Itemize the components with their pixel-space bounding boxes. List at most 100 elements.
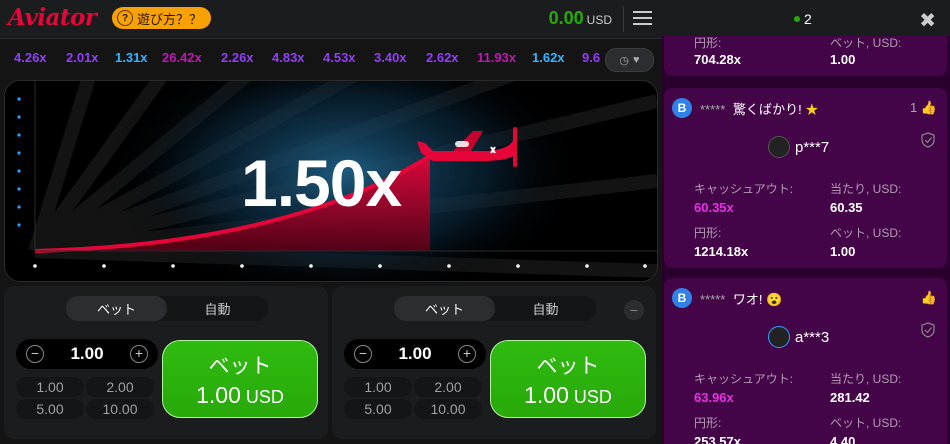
user-badge: B (672, 288, 692, 308)
verified-shield-icon[interactable] (921, 322, 935, 338)
win-label: 当たり, USD: (830, 182, 902, 196)
surprised-emoji-icon: 😮 (766, 292, 783, 307)
how-to-play-label: 遊び方？？ (137, 11, 203, 27)
cashout-label: キャッシュアウト: (694, 182, 794, 196)
tab-bet[interactable]: ベット (394, 296, 495, 321)
cashout-value: 63.96x (694, 390, 734, 405)
chat-card: B ***** ワオ! 😮 👍 a***3 キャッシュアウト: 63.96x 当… (664, 278, 947, 444)
increase-stake-button[interactable]: + (130, 345, 148, 363)
chat-card: B ***** 驚くばかり! ★ 1 👍 p***7 キャッシュアウト: 60.… (664, 88, 947, 268)
bet-value: 4.40 (830, 434, 856, 444)
history-item[interactable]: 1.62x (532, 50, 565, 65)
history-item[interactable]: 4.26x (14, 50, 47, 65)
balance: 0.00 USD (549, 8, 612, 29)
masked-username: ***** (700, 102, 726, 117)
history-toggle-button[interactable]: ◷ ♥ (605, 48, 654, 72)
remove-bet-panel-button[interactable]: − (624, 300, 644, 320)
win-value: 60.35 (830, 200, 863, 215)
chat-sidebar: 円形: 704.28x ベット, USD: 1.00 2 ✖ B ***** 驚… (662, 0, 950, 444)
top-bar: Aviator ? 遊び方？？ 0.00 USD (0, 0, 662, 39)
chat-message: ***** 驚くばかり! ★ (700, 99, 818, 118)
flight-stage: 1.50x (4, 80, 658, 282)
user-badge: B (672, 98, 692, 118)
online-count: 2 (794, 11, 812, 27)
thumbs-up-icon: 👍 (920, 290, 937, 305)
like-button[interactable]: 1 👍 (910, 100, 937, 116)
game-area: Aviator ? 遊び方？？ 0.00 USD 4.26x 2.01x 1.31… (0, 0, 662, 444)
like-count: 1 (909, 100, 918, 115)
message-text: 驚くばかり! (732, 102, 802, 117)
place-bet-button[interactable]: ベット 1.00 USD (490, 340, 646, 418)
round-value: 1214.18x (694, 244, 749, 259)
history-item[interactable]: 4.53x (323, 50, 356, 65)
history-item[interactable]: 26.42x (162, 50, 202, 65)
star-emoji-icon: ★ (805, 102, 819, 117)
place-bet-button[interactable]: ベット 1.00 USD (162, 340, 318, 418)
how-to-play-button[interactable]: ? 遊び方？？ (112, 7, 212, 29)
history-item[interactable]: 9.6 (582, 50, 600, 65)
clock-history-icon: ◷ (619, 54, 630, 67)
stake-stepper: − 1.00 + (344, 339, 486, 369)
multiplier-history: 4.26x 2.01x 1.31x 26.42x 2.26x 4.83x 4.5… (0, 44, 662, 74)
decrease-stake-button[interactable]: − (354, 345, 372, 363)
message-text: ワオ! (732, 292, 763, 307)
history-item[interactable]: 3.40x (374, 50, 407, 65)
chat-header: 2 ✖ (662, 0, 950, 36)
quick-stake-button[interactable]: 5.00 (16, 399, 84, 419)
bet-panel-2: ベット 自動 − − 1.00 + 1.00 2.00 5.00 10.00 ベ… (332, 286, 656, 439)
round-label: 円形: (694, 36, 722, 50)
history-item[interactable]: 1.31x (115, 50, 148, 65)
quick-stake-button[interactable]: 5.00 (344, 399, 412, 419)
cashout-value: 60.35x (694, 200, 734, 215)
quick-stake-button[interactable]: 1.00 (16, 377, 84, 397)
round-label: 円形: (694, 416, 722, 430)
like-button[interactable]: 👍 (921, 290, 937, 306)
tab-auto[interactable]: 自動 (167, 296, 268, 321)
bet-button-label: ベット (208, 354, 272, 378)
player-row: p***7 (768, 136, 829, 158)
hamburger-menu-icon[interactable] (633, 11, 652, 26)
bet-panel-1: ベット 自動 − 1.00 + 1.00 2.00 5.00 10.00 ベット… (4, 286, 328, 439)
bet-button-label: ベット (536, 354, 600, 378)
stake-stepper: − 1.00 + (16, 339, 158, 369)
decrease-stake-button[interactable]: − (26, 345, 44, 363)
history-item[interactable]: 11.93x (477, 50, 516, 65)
close-icon[interactable]: ✖ (919, 8, 936, 33)
player-row: a***3 (768, 326, 829, 348)
quick-stake-button[interactable]: 2.00 (414, 377, 482, 397)
quick-stake-button[interactable]: 1.00 (344, 377, 412, 397)
bet-label: ベット, USD: (830, 36, 902, 50)
player-name: a***3 (795, 328, 830, 346)
help-icon: ? (117, 10, 133, 26)
bet-label: ベット, USD: (830, 416, 902, 430)
quick-stake-button[interactable]: 2.00 (86, 377, 154, 397)
bet-button-currency: USD (573, 386, 612, 407)
thumbs-up-icon: 👍 (920, 100, 937, 115)
aviator-logo[interactable]: Aviator (8, 4, 97, 31)
round-value: 704.28x (694, 52, 741, 67)
bet-button-amount: 1.00 (196, 381, 241, 408)
history-item[interactable]: 2.62x (426, 50, 459, 65)
stake-amount[interactable]: 1.00 (382, 344, 448, 364)
online-dot-icon (794, 16, 800, 22)
tab-bet[interactable]: ベット (66, 296, 167, 321)
history-item[interactable]: 2.01x (66, 50, 99, 65)
history-item[interactable]: 2.26x (221, 50, 254, 65)
increase-stake-button[interactable]: + (458, 345, 476, 363)
stake-amount[interactable]: 1.00 (54, 344, 120, 364)
bet-mode-tabs: ベット 自動 (66, 296, 268, 321)
tab-auto[interactable]: 自動 (495, 296, 596, 321)
bet-label: ベット, USD: (830, 226, 902, 240)
chevron-down-icon: ♥ (633, 54, 640, 66)
header-divider (623, 6, 624, 32)
quick-stake-button[interactable]: 10.00 (414, 399, 482, 419)
balance-currency: USD (586, 13, 612, 27)
win-label: 当たり, USD: (830, 372, 902, 386)
verified-shield-icon[interactable] (921, 132, 935, 148)
player-name: p***7 (795, 138, 830, 156)
round-label: 円形: (694, 226, 722, 240)
quick-stake-button[interactable]: 10.00 (86, 399, 154, 419)
cashout-label: キャッシュアウト: (694, 372, 794, 386)
history-item[interactable]: 4.83x (272, 50, 305, 65)
win-value: 281.42 (830, 390, 870, 405)
